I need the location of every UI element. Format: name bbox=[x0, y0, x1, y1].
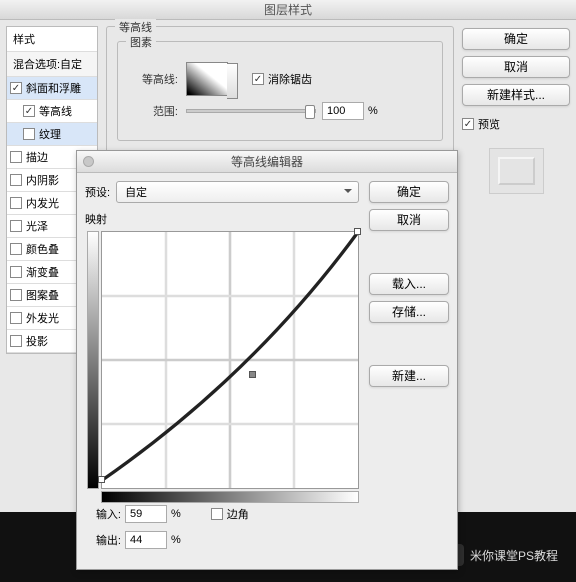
gradient-vertical bbox=[87, 231, 99, 489]
style-checkbox-6[interactable] bbox=[10, 220, 22, 232]
style-checkbox-10[interactable] bbox=[10, 312, 22, 324]
styles-header: 样式 bbox=[7, 27, 97, 52]
contour-picker[interactable] bbox=[186, 62, 228, 96]
style-label-2: 纹理 bbox=[39, 126, 61, 142]
style-label-3: 描边 bbox=[26, 149, 48, 165]
style-checkbox-0[interactable] bbox=[10, 82, 22, 94]
range-slider-thumb[interactable] bbox=[305, 105, 315, 119]
range-percent: % bbox=[368, 105, 378, 117]
contour-editor-window: 等高线编辑器 预设: 自定 映射 bbox=[76, 150, 458, 570]
preview-checkbox[interactable] bbox=[462, 118, 474, 130]
range-input[interactable] bbox=[322, 102, 364, 120]
anti-alias-checkbox[interactable] bbox=[252, 73, 264, 85]
preview-swatch bbox=[489, 148, 544, 194]
contour-group-title: 等高线 bbox=[115, 19, 156, 35]
gradient-horizontal bbox=[101, 491, 359, 503]
style-item-2[interactable]: 纹理 bbox=[7, 123, 97, 146]
blend-options[interactable]: 混合选项:自定 bbox=[7, 52, 97, 77]
corner-checkbox[interactable] bbox=[211, 508, 223, 520]
watermark-text: 米你课堂PS教程 bbox=[470, 547, 558, 564]
output-percent: % bbox=[171, 534, 181, 546]
style-label-4: 内阴影 bbox=[26, 172, 59, 188]
editor-save-button[interactable]: 存储... bbox=[369, 301, 449, 323]
curve-handle-1[interactable] bbox=[249, 371, 256, 378]
ok-button[interactable]: 确定 bbox=[462, 28, 570, 50]
mapping-label: 映射 bbox=[85, 211, 359, 227]
style-label-11: 投影 bbox=[26, 333, 48, 349]
style-label-8: 渐变叠 bbox=[26, 264, 59, 280]
input-label: 输入: bbox=[87, 506, 121, 522]
cancel-button[interactable]: 取消 bbox=[462, 56, 570, 78]
input-field[interactable] bbox=[125, 505, 167, 523]
style-checkbox-11[interactable] bbox=[10, 335, 22, 347]
style-label-9: 图案叠 bbox=[26, 287, 59, 303]
editor-cancel-button[interactable]: 取消 bbox=[369, 209, 449, 231]
output-field[interactable] bbox=[125, 531, 167, 549]
curve-area[interactable] bbox=[101, 231, 359, 489]
anti-alias-label: 消除锯齿 bbox=[268, 71, 312, 87]
watermark: ✦ 米你课堂PS教程 bbox=[442, 544, 558, 566]
style-checkbox-1[interactable] bbox=[23, 105, 35, 117]
editor-title-text: 等高线编辑器 bbox=[231, 155, 303, 169]
contour-label: 等高线: bbox=[128, 71, 178, 87]
style-label-0: 斜面和浮雕 bbox=[26, 80, 81, 96]
style-checkbox-4[interactable] bbox=[10, 174, 22, 186]
style-checkbox-9[interactable] bbox=[10, 289, 22, 301]
curve-handle-0[interactable] bbox=[98, 476, 105, 483]
new-style-button[interactable]: 新建样式... bbox=[462, 84, 570, 106]
editor-ok-button[interactable]: 确定 bbox=[369, 181, 449, 203]
style-label-10: 外发光 bbox=[26, 310, 59, 326]
output-label: 输出: bbox=[87, 532, 121, 548]
style-item-0[interactable]: 斜面和浮雕 bbox=[7, 77, 97, 100]
style-checkbox-2[interactable] bbox=[23, 128, 35, 140]
range-label: 范围: bbox=[128, 103, 178, 119]
preview-label: 预览 bbox=[478, 116, 500, 132]
style-checkbox-3[interactable] bbox=[10, 151, 22, 163]
range-slider[interactable] bbox=[186, 109, 316, 113]
editor-new-button[interactable]: 新建... bbox=[369, 365, 449, 387]
preset-label: 预设: bbox=[85, 184, 110, 200]
editor-title: 等高线编辑器 bbox=[77, 151, 457, 173]
preset-value: 自定 bbox=[125, 184, 147, 200]
style-checkbox-7[interactable] bbox=[10, 243, 22, 255]
style-label-6: 光泽 bbox=[26, 218, 48, 234]
preset-select[interactable]: 自定 bbox=[116, 181, 359, 203]
input-percent: % bbox=[171, 508, 181, 520]
style-label-7: 颜色叠 bbox=[26, 241, 59, 257]
editor-load-button[interactable]: 载入... bbox=[369, 273, 449, 295]
curve-handle-2[interactable] bbox=[354, 228, 361, 235]
style-label-5: 内发光 bbox=[26, 195, 59, 211]
style-item-1[interactable]: 等高线 bbox=[7, 100, 97, 123]
style-label-1: 等高线 bbox=[39, 103, 72, 119]
style-checkbox-5[interactable] bbox=[10, 197, 22, 209]
window-title: 图层样式 bbox=[0, 0, 576, 20]
elements-title: 图素 bbox=[126, 34, 156, 50]
contour-group: 等高线 图素 等高线: 消除锯齿 范围: bbox=[106, 26, 454, 156]
close-icon[interactable] bbox=[83, 156, 94, 167]
style-checkbox-8[interactable] bbox=[10, 266, 22, 278]
corner-label: 边角 bbox=[227, 506, 249, 522]
